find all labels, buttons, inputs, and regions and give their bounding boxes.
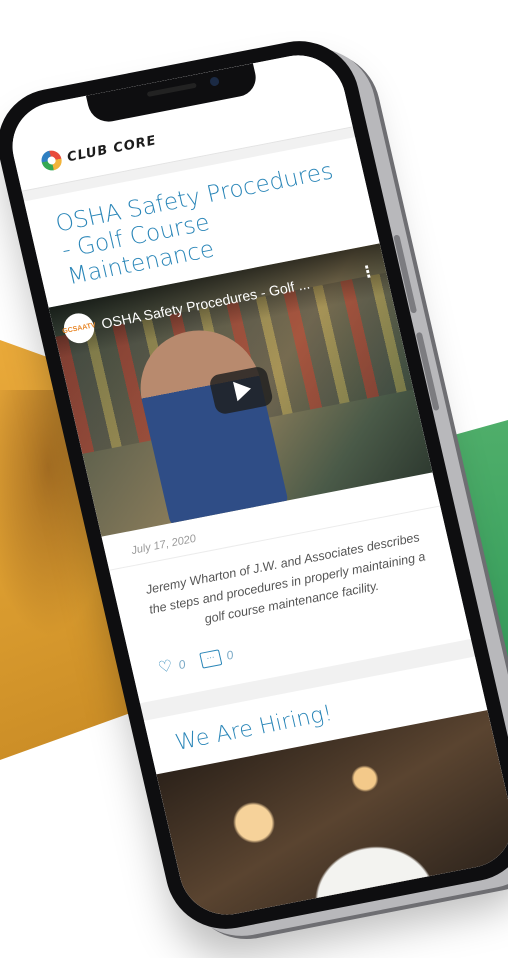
comment-icon: ··· <box>199 649 223 669</box>
logo-text: CLUB CORE <box>65 132 158 165</box>
like-count: 0 <box>177 657 187 673</box>
post-card: OSHA Safety Procedures - Golf Course Mai… <box>24 137 471 704</box>
side-button <box>393 234 418 314</box>
phone-screen: CLUB CORE OSHA Safety Procedures - Golf … <box>3 47 508 923</box>
channel-avatar[interactable]: GCSAATV <box>60 310 98 346</box>
comment-button[interactable]: ··· 0 <box>199 647 235 669</box>
post-card: We Are Hiring! <box>144 656 508 923</box>
club-core-logo-icon <box>39 148 64 173</box>
side-button <box>415 331 440 411</box>
club-core-logo[interactable]: CLUB CORE <box>39 130 159 173</box>
phone-mockup: CLUB CORE OSHA Safety Procedures - Golf … <box>0 0 508 958</box>
kebab-icon[interactable]: ⋮ <box>358 261 378 284</box>
like-button[interactable]: ♡ 0 <box>157 656 187 677</box>
front-camera <box>208 76 220 87</box>
comment-count: 0 <box>224 647 235 663</box>
heart-icon: ♡ <box>156 657 175 677</box>
phone-frame: CLUB CORE OSHA Safety Procedures - Golf … <box>0 31 508 939</box>
speaker-grille <box>146 82 197 98</box>
